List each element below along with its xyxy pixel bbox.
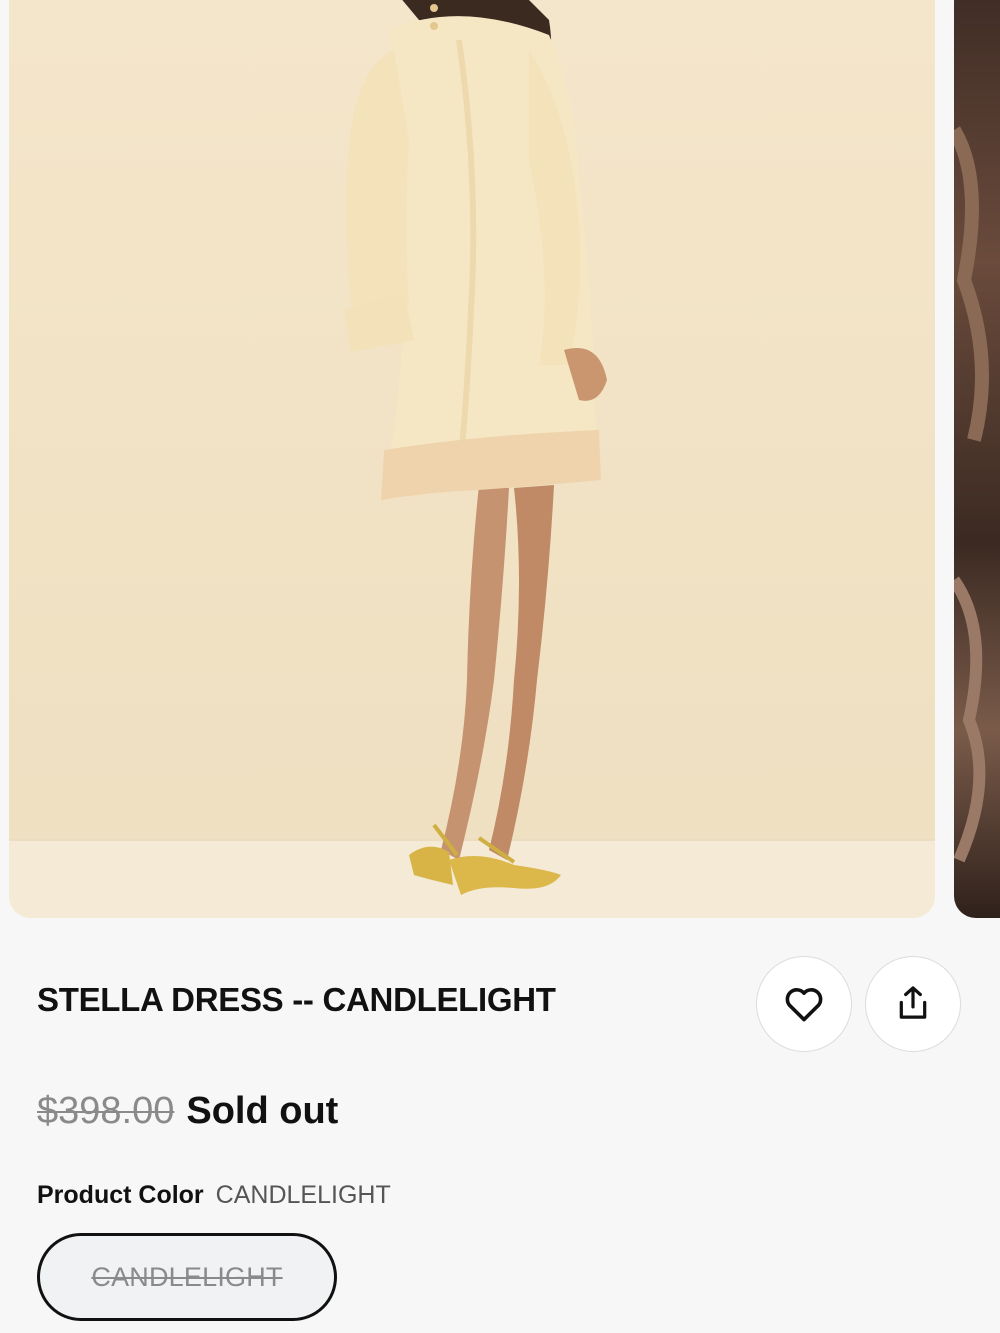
price-row: $398.00 Sold out bbox=[37, 1090, 338, 1133]
product-color-value: CANDLELIGHT bbox=[215, 1181, 391, 1209]
product-page: STELLA DRESS -- CANDLELIGHT $398.00 Sold… bbox=[0, 0, 1000, 1333]
next-image-preview bbox=[954, 126, 989, 863]
share-icon bbox=[899, 986, 927, 1019]
heart-icon bbox=[785, 988, 823, 1022]
product-color-row: Product Color CANDLELIGHT bbox=[37, 1181, 391, 1210]
model-illustration bbox=[9, 0, 935, 918]
product-image-next[interactable] bbox=[954, 0, 1000, 918]
color-swatch-candlelight[interactable]: CANDLELIGHT bbox=[37, 1233, 337, 1321]
original-price: $398.00 bbox=[37, 1090, 175, 1132]
share-button[interactable] bbox=[865, 956, 961, 1052]
stock-status: Sold out bbox=[186, 1090, 339, 1132]
product-title: STELLA DRESS -- CANDLELIGHT bbox=[37, 981, 556, 1018]
product-image-main[interactable] bbox=[9, 0, 935, 918]
color-swatch-label: CANDLELIGHT bbox=[91, 1261, 283, 1292]
product-color-label: Product Color bbox=[37, 1181, 204, 1209]
favorite-button[interactable] bbox=[756, 956, 852, 1052]
image-gallery[interactable] bbox=[0, 0, 1000, 920]
